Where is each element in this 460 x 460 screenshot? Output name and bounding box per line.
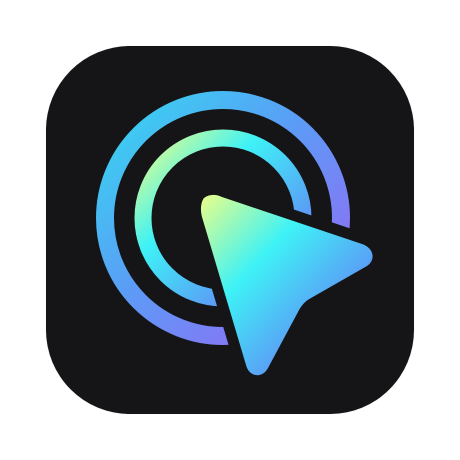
icon-canvas xyxy=(0,0,460,460)
app-icon-graphic xyxy=(96,91,373,376)
app-icon[interactable] xyxy=(46,46,414,414)
